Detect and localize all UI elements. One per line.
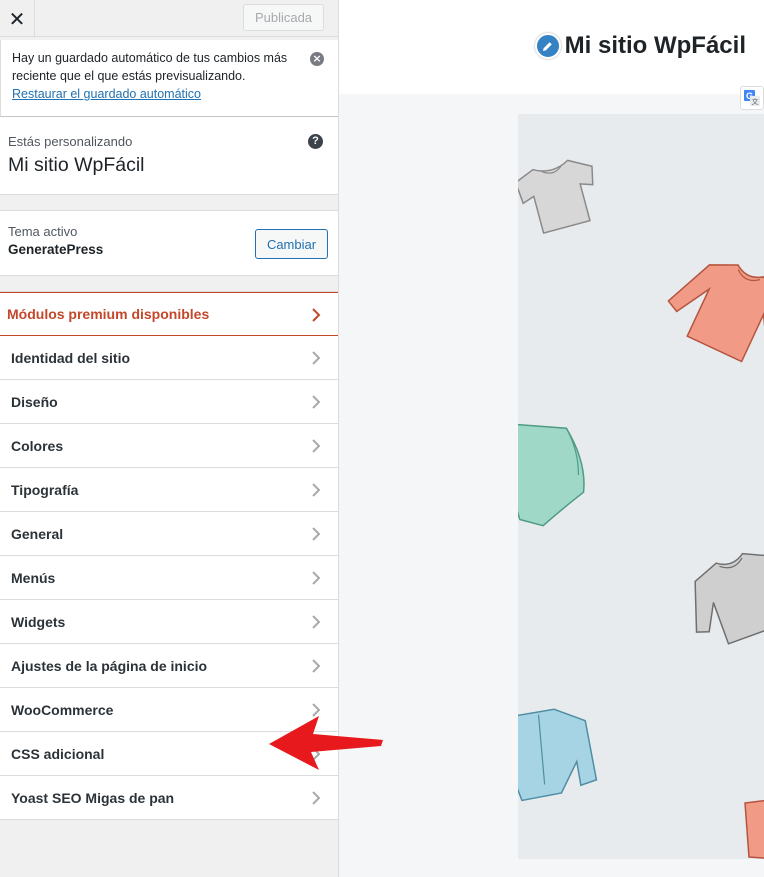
autosave-notice: Hay un guardado automático de tus cambio… [0,40,338,117]
preview-site-title[interactable]: Mi sitio WpFácil [565,32,746,60]
section-label: Colores [11,437,64,454]
preview-site-title-wrap: Mi sitio WpFácil [534,32,746,60]
chevron-right-icon [312,308,321,322]
change-theme-button[interactable]: Cambiar [255,229,328,259]
section-menus[interactable]: Menús [0,556,338,600]
section-label: Módulos premium disponibles [7,306,210,322]
help-icon[interactable]: ? [308,134,323,149]
section-label: Yoast SEO Migas de pan [11,789,175,806]
customizing-label: Estás personalizando [8,134,133,149]
dismiss-notice-icon[interactable]: × [310,52,324,66]
clothing-illustration [518,159,764,859]
chevron-right-icon [312,615,321,629]
customizing-info: Estás personalizando Mi sitio WpFácil ? [0,117,338,195]
section-widgets[interactable]: Widgets [0,600,338,644]
autosave-notice-text: Hay un guardado automático de tus cambio… [12,51,288,83]
publish-button[interactable]: Publicada [243,4,324,31]
section-label: Menús [11,569,56,586]
chevron-right-icon [312,439,321,453]
chevron-right-icon [312,527,321,541]
restore-autosave-link[interactable]: Restaurar el guardado automático [12,85,302,103]
section-label: WooCommerce [11,701,114,718]
chevron-right-icon [312,791,321,805]
section-premium-modules[interactable]: Módulos premium disponibles [0,292,338,336]
section-label: General [11,525,64,542]
site-preview: Mi sitio WpFácil G 文 [339,0,764,877]
chevron-right-icon [312,395,321,409]
chevron-right-icon [312,571,321,585]
edit-pencil-icon[interactable] [534,33,561,59]
section-layout[interactable]: Diseño [0,380,338,424]
section-colors[interactable]: Colores [0,424,338,468]
section-label: Ajustes de la página de inicio [11,657,208,674]
section-yoast-breadcrumbs[interactable]: Yoast SEO Migas de pan [0,776,338,820]
chevron-right-icon [312,351,321,365]
section-label: CSS adicional [11,745,105,762]
chevron-right-icon [312,483,321,497]
hero-image [518,114,764,859]
customizing-site-name: Mi sitio WpFácil [8,154,145,176]
section-general[interactable]: General [0,512,338,556]
svg-text:文: 文 [752,97,759,106]
section-label: Identidad del sitio [11,349,131,366]
section-label: Diseño [11,393,58,410]
red-pointer-arrow-icon [269,716,383,770]
section-homepage-settings[interactable]: Ajustes de la página de inicio [0,644,338,688]
section-typography[interactable]: Tipografía [0,468,338,512]
section-site-identity[interactable]: Identidad del sitio [0,336,338,380]
active-theme-panel: Tema activo GeneratePress Cambiar [0,210,338,276]
google-translate-icon[interactable]: G 文 [740,86,764,110]
customizer-header: ✕ Publicada [0,0,338,37]
chevron-right-icon [312,659,321,673]
close-icon[interactable]: ✕ [0,0,35,37]
section-label: Tipografía [11,481,79,498]
preview-site-header: Mi sitio WpFácil [339,0,764,94]
section-label: Widgets [11,613,66,630]
